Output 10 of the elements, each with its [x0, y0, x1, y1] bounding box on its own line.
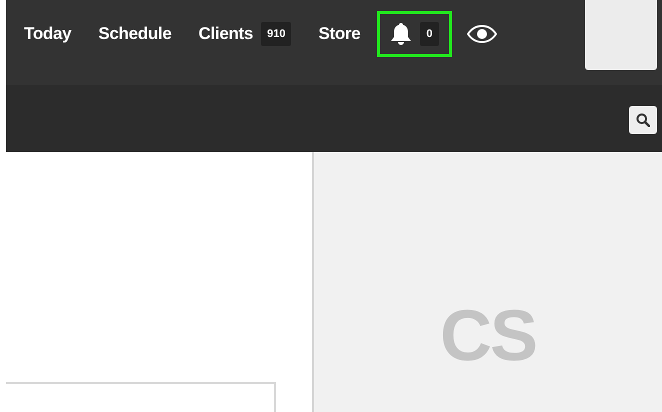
nav-link[interactable]: Schedule	[98, 24, 172, 44]
search-button[interactable]	[629, 106, 657, 134]
nav-link[interactable]: Clients	[198, 24, 254, 44]
eye-icon[interactable]	[466, 25, 497, 43]
nav-link[interactable]: Today	[24, 24, 72, 44]
count-badge: 910	[261, 22, 292, 46]
search-icon	[636, 113, 650, 127]
count-badge: 0	[420, 22, 439, 46]
nav-link[interactable]: Store	[318, 24, 360, 44]
bell-icon[interactable]	[390, 22, 412, 46]
